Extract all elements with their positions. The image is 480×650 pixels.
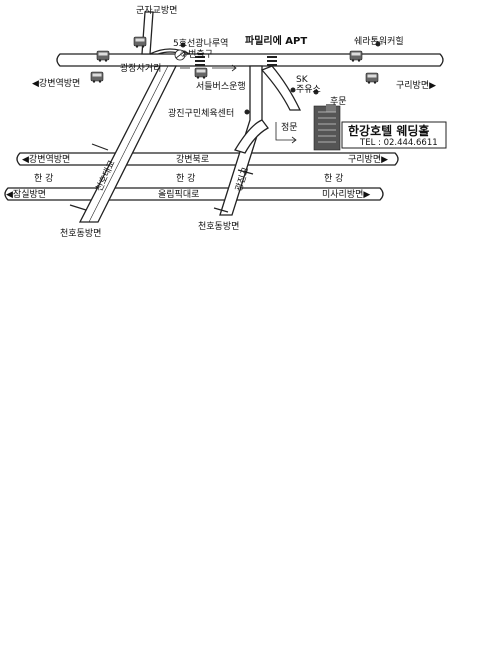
label-station: 5호선광나루역 — [173, 37, 228, 49]
label-cheonho-left: 천호동방면 — [60, 228, 101, 239]
label-han-river-2: 한 강 — [176, 173, 195, 184]
top-road — [56, 53, 444, 67]
label-seoul-bus: 서들버스운행 — [196, 80, 246, 92]
label-hotel-tel: TEL : 02.444.6611 — [359, 138, 438, 148]
label-cheonho-right: 천호동방면 — [198, 221, 239, 232]
gunja-road — [141, 11, 154, 55]
label-gangbyeon-north: 강변북로 — [176, 154, 209, 165]
label-sheraton: 쉐라톤워커힐 — [354, 35, 404, 47]
bus-icon — [365, 72, 379, 85]
label-sk1: SK — [296, 75, 309, 85]
label-gym: 광진구민체육센터 — [168, 107, 234, 119]
poi-dot-icon — [290, 87, 296, 93]
label-gunja: 군자교방면 — [136, 5, 177, 16]
bus-icon — [96, 50, 110, 63]
label-guri-mid: 구리방면▶ — [348, 154, 388, 165]
label-han-river-3: 한 강 — [324, 173, 343, 184]
label-guri-top: 구리방면▶ — [396, 80, 436, 91]
bus-icon — [349, 50, 363, 63]
bus-icon — [194, 67, 208, 80]
crosswalk-2 — [267, 56, 277, 66]
label-family-apt: 파밀리에 APT — [245, 34, 307, 47]
label-sk2: 주유소 — [296, 84, 321, 95]
label-olympic: 올림픽대로 — [158, 188, 199, 200]
label-exit: ②번출구 — [180, 49, 213, 60]
poi-dot-icon — [244, 109, 250, 115]
label-gangbyeon-dir: ◀강변역방면 — [22, 154, 70, 165]
bus-icon — [133, 36, 147, 49]
label-misari: 미사리방면▶ — [322, 189, 370, 200]
location-map: 군자교방면 5호선광나루역 ②번출구 파밀리에 APT 쉐라톤워커힐 ◀강변역방… — [4, 5, 447, 239]
label-han-river-1: 한 강 — [34, 173, 53, 184]
label-back-gate: 후문 — [330, 96, 347, 107]
label-gwangjang: 광장사거리 — [120, 62, 161, 74]
label-jamsil: ◀잠실방면 — [6, 189, 46, 200]
hotel-building-icon — [313, 104, 341, 151]
label-gangbyeon-station: ◀강변역방면 — [32, 78, 80, 89]
label-hotel-name: 한강호텔 웨딩홀 — [348, 123, 429, 138]
label-main-gate: 정문 — [281, 122, 298, 133]
bus-icon — [90, 71, 104, 84]
